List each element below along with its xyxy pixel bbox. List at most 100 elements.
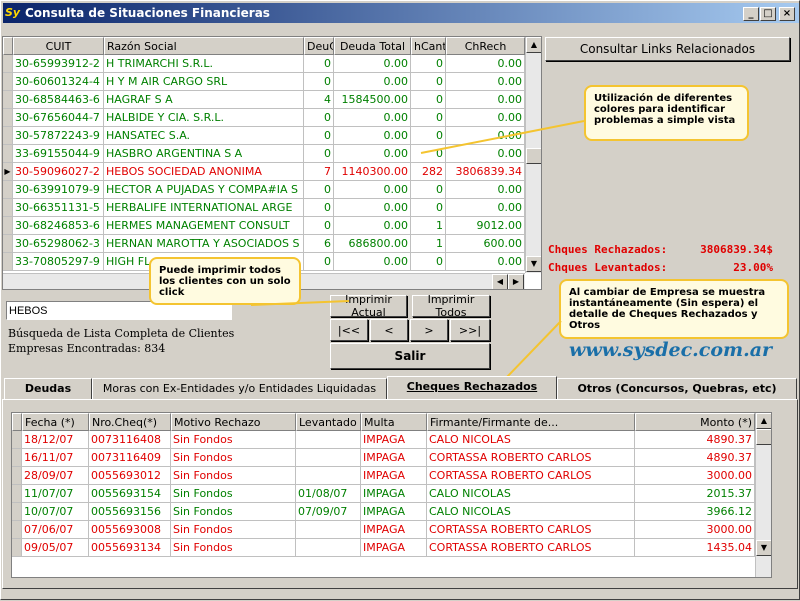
- cell-razon: H TRIMARCHI S.R.L.: [104, 55, 304, 73]
- col-header-hcant[interactable]: hCant: [411, 37, 446, 55]
- cheque-row[interactable]: 18/12/07 0073116408 Sin Fondos IMPAGA CALO N…: [12, 431, 755, 449]
- cell-deuda-total: 0.00: [334, 253, 411, 271]
- tabs-bar: Deudas Moras con Ex-Entidades y/o Entida…: [2, 376, 798, 400]
- client-row[interactable]: 30-67656044-7 HALBIDE Y CIA. S.R.L. 0 0.00 0…: [3, 109, 525, 127]
- cell-multa: IMPAGA: [361, 521, 427, 539]
- col-header-cuit[interactable]: CUIT: [13, 37, 104, 55]
- col-header-razon[interactable]: Razón Social: [104, 37, 304, 55]
- client-row[interactable]: 30-68584463-6 HAGRAF S A 4 1584500.00 0 0.00: [3, 91, 525, 109]
- client-row[interactable]: 30-63991079-9 HECTOR A PUJADAS Y COMPA#IA…: [3, 181, 525, 199]
- clients-grid[interactable]: CUIT Razón Social DeuC Deuda Total hCant…: [2, 36, 542, 290]
- cell-deuda-total: 1140300.00: [334, 163, 411, 181]
- cell-deuda-total: 0.00: [334, 109, 411, 127]
- tab-otros[interactable]: Otros (Concursos, Quebras, etc): [557, 378, 797, 400]
- cheque-row[interactable]: 28/09/07 0055693012 Sin Fondos IMPAGA CORTAS…: [12, 467, 755, 485]
- cell-fecha: 07/06/07: [22, 521, 89, 539]
- row-indicator[interactable]: [12, 467, 22, 485]
- row-indicator[interactable]: [3, 127, 13, 145]
- next-record-button[interactable]: >: [410, 319, 448, 341]
- client-row[interactable]: 33-69155044-9 HASBRO ARGENTINA S A 0 0.00 0 0…: [3, 145, 525, 163]
- tab-cheques-rechazados[interactable]: Cheques Rechazados: [387, 376, 557, 400]
- scroll-up-icon[interactable]: ▲: [756, 413, 771, 429]
- row-indicator[interactable]: [12, 449, 22, 467]
- imprimir-actual-button[interactable]: Imprimir Actual: [330, 293, 407, 319]
- row-indicator[interactable]: [3, 109, 13, 127]
- col-header-levantado[interactable]: Levantado: [296, 413, 361, 431]
- row-indicator[interactable]: [12, 539, 22, 557]
- col-header-motivo[interactable]: Motivo Rechazo: [171, 413, 296, 431]
- col-header-chrech[interactable]: ChRech: [446, 37, 525, 55]
- consultar-links-button[interactable]: Consultar Links Relacionados: [545, 37, 790, 61]
- scroll-thumb[interactable]: [756, 429, 771, 445]
- last-record-button[interactable]: >>|: [450, 319, 490, 341]
- row-indicator[interactable]: [3, 91, 13, 109]
- cheques-grid-vscroll[interactable]: ▲ ▼: [755, 413, 771, 577]
- row-indicator[interactable]: [12, 503, 22, 521]
- col-header-nro[interactable]: Nro.Cheq(*): [89, 413, 171, 431]
- row-indicator[interactable]: [3, 253, 13, 271]
- cell-cuit: 33-70805297-9: [13, 253, 104, 271]
- cheques-grid[interactable]: Fecha (*) Nro.Cheq(*) Motivo Rechazo Lev…: [11, 412, 772, 578]
- row-indicator[interactable]: [3, 217, 13, 235]
- client-row[interactable]: 30-57872243-9 HANSATEC S.A. 0 0.00 0 0.00: [3, 127, 525, 145]
- client-row[interactable]: 30-66351131-5 HERBALIFE INTERNATIONAL ARG…: [3, 199, 525, 217]
- col-header-multa[interactable]: Multa: [361, 413, 427, 431]
- salir-button[interactable]: Salir: [330, 343, 490, 369]
- row-indicator[interactable]: [3, 73, 13, 91]
- cell-chrech: 600.00: [446, 235, 525, 253]
- row-indicator[interactable]: [3, 199, 13, 217]
- cheque-row[interactable]: 11/07/07 0055693154 Sin Fondos 01/08/07 IMPA…: [12, 485, 755, 503]
- scroll-down-icon[interactable]: ▼: [756, 540, 771, 556]
- scroll-left-icon[interactable]: ◀: [492, 274, 508, 289]
- col-header-fecha[interactable]: Fecha (*): [22, 413, 89, 431]
- client-row[interactable]: 30-60601324-4 H Y M AIR CARGO SRL 0 0.00 0 0.…: [3, 73, 525, 91]
- row-indicator[interactable]: ▶: [3, 163, 13, 181]
- scroll-thumb[interactable]: [526, 148, 541, 164]
- col-header-deuc[interactable]: DeuC: [304, 37, 334, 55]
- scroll-down-icon[interactable]: ▼: [526, 256, 541, 272]
- row-indicator[interactable]: [3, 181, 13, 199]
- cell-fecha: 16/11/07: [22, 449, 89, 467]
- scroll-up-icon[interactable]: ▲: [526, 37, 541, 53]
- maximize-button[interactable]: □: [760, 7, 776, 21]
- client-row[interactable]: 30-65993912-2 H TRIMARCHI S.R.L. 0 0.00 0 0.0…: [3, 55, 525, 73]
- cell-levantado: [296, 449, 361, 467]
- callout-empresa: Al cambiar de Empresa se muestra instant…: [559, 279, 789, 339]
- website-link[interactable]: www.sysdec.com.ar: [569, 339, 772, 361]
- row-indicator[interactable]: [12, 521, 22, 539]
- client-row[interactable]: 30-68246853-6 HERMES MANAGEMENT CONSULT 0 0…: [3, 217, 525, 235]
- cheque-row[interactable]: 10/07/07 0055693156 Sin Fondos 07/09/07 IMPA…: [12, 503, 755, 521]
- tab-moras[interactable]: Moras con Ex-Entidades y/o Entidades Liq…: [92, 378, 387, 400]
- cell-deuda-total: 0.00: [334, 181, 411, 199]
- col-header-firmante[interactable]: Firmante/Firmante de...: [427, 413, 635, 431]
- cell-firmante: CALO NICOLAS: [427, 503, 635, 521]
- scroll-right-icon[interactable]: ▶: [508, 274, 524, 289]
- cheque-row[interactable]: 16/11/07 0073116409 Sin Fondos IMPAGA CORTAS…: [12, 449, 755, 467]
- row-indicator[interactable]: [12, 431, 22, 449]
- col-header-deuda-total[interactable]: Deuda Total: [334, 37, 411, 55]
- col-header-monto[interactable]: Monto (*): [635, 413, 755, 431]
- tab-deudas[interactable]: Deudas: [4, 378, 92, 400]
- row-indicator[interactable]: [3, 235, 13, 253]
- app-logo-icon: Sy: [5, 6, 21, 19]
- cell-razon: HASBRO ARGENTINA S A: [104, 145, 304, 163]
- cell-nro-cheque: 0055693008: [89, 521, 171, 539]
- client-row[interactable]: ▶ 30-59096027-2 HEBOS SOCIEDAD ANONIMA 7 114…: [3, 163, 525, 181]
- clients-grid-vscroll[interactable]: ▲ ▼: [525, 37, 541, 273]
- cheque-row[interactable]: 07/06/07 0055693008 Sin Fondos IMPAGA CORTAS…: [12, 521, 755, 539]
- first-record-button[interactable]: |<<: [330, 319, 368, 341]
- minimize-button[interactable]: _: [743, 7, 759, 21]
- cell-cuit: 30-57872243-9: [13, 127, 104, 145]
- cell-deuda-total: 0.00: [334, 73, 411, 91]
- row-indicator[interactable]: [12, 485, 22, 503]
- close-button[interactable]: ×: [779, 7, 795, 21]
- cheque-row[interactable]: 09/05/07 0055693134 Sin Fondos IMPAGA CORTAS…: [12, 539, 755, 557]
- clients-grid-header: CUIT Razón Social DeuC Deuda Total hCant…: [3, 37, 525, 55]
- cell-deuc: 0: [304, 127, 334, 145]
- row-indicator[interactable]: [3, 145, 13, 163]
- prev-record-button[interactable]: <: [370, 319, 408, 341]
- client-row[interactable]: 30-65298062-3 HERNAN MAROTTA Y ASOCIADOS …: [3, 235, 525, 253]
- imprimir-todos-button[interactable]: Imprimir Todos: [412, 293, 490, 319]
- title-bar[interactable]: Sy Consulta de Situaciones Financieras _…: [3, 3, 799, 23]
- row-indicator[interactable]: [3, 55, 13, 73]
